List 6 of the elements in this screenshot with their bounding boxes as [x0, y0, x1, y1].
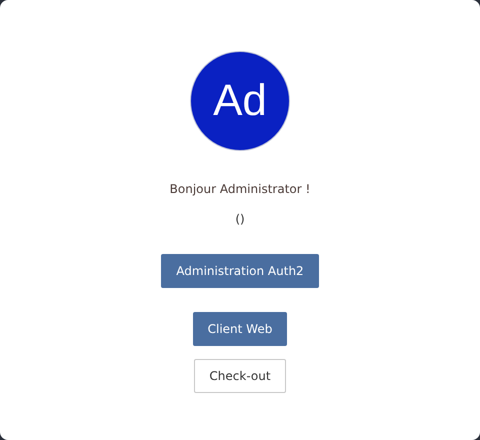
- checkout-button[interactable]: Check-out: [194, 359, 286, 393]
- nav-button[interactable]: Administration Auth2: [161, 254, 319, 288]
- subtitle-text: (): [235, 211, 245, 228]
- nav-button[interactable]: Client Web: [192, 312, 288, 346]
- greeting-text: Bonjour Administrator !: [170, 181, 310, 198]
- avatar: Ad: [190, 51, 290, 151]
